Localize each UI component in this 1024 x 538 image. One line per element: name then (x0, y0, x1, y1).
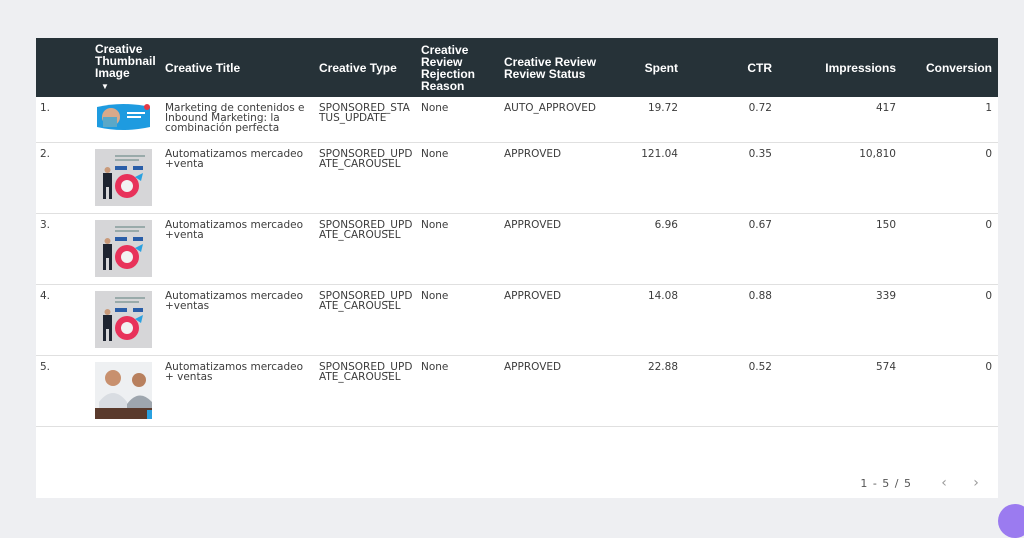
table-row: 5. Automatizamos mercadeo + ventas SPONS… (36, 355, 998, 427)
creative-thumbnail (91, 142, 161, 214)
column-header-spent[interactable]: Spent (608, 38, 684, 97)
column-header-title[interactable]: Creative Title (161, 38, 315, 97)
table-row: 3. Automatizamos mercadeo +venta SPONSOR… (36, 213, 998, 285)
chevron-left-icon[interactable]: ‹ (934, 475, 954, 491)
column-header-conversion[interactable]: Conversion (902, 38, 998, 97)
rejection-reason: None (417, 355, 500, 427)
impressions-value: 150 (778, 213, 902, 285)
sort-descending-icon[interactable]: ▼ (101, 81, 157, 93)
creative-title: Marketing de contenidos e Inbound Market… (161, 97, 315, 143)
man-with-laptop-chart-image (95, 219, 152, 277)
row-index: 1. (36, 97, 91, 143)
creative-type: SPONSORED_UPDATE_CAROUSEL (315, 142, 417, 214)
ctr-value: 0.52 (684, 355, 778, 427)
creative-thumbnail (91, 284, 161, 356)
man-with-laptop-chart-image (95, 290, 152, 348)
creative-thumbnail (91, 213, 161, 285)
two-men-at-desk-photo (95, 361, 152, 419)
review-status: APPROVED (500, 355, 608, 427)
column-header-review-status[interactable]: Creative Review Review Status (500, 38, 608, 97)
impressions-value: 339 (778, 284, 902, 356)
data-table-card: Creative Thumbnail Image ▼ Creative Titl… (36, 38, 998, 498)
spent-value: 121.04 (608, 142, 684, 214)
rejection-reason: None (417, 284, 500, 356)
conversion-value: 0 (902, 355, 998, 427)
conversion-value: 1 (902, 97, 998, 143)
column-header-impressions[interactable]: Impressions (778, 38, 902, 97)
ctr-value: 0.72 (684, 97, 778, 143)
impressions-value: 10,810 (778, 142, 902, 214)
table-row: 4. Automatizamos mercadeo +ventas SPONSO… (36, 284, 998, 356)
creative-type: SPONSORED_STATUS_UPDATE (315, 97, 417, 143)
conversion-value: 0 (902, 142, 998, 214)
creative-thumbnail (91, 355, 161, 427)
ctr-value: 0.88 (684, 284, 778, 356)
row-index: 4. (36, 284, 91, 356)
impressions-value: 417 (778, 97, 902, 143)
review-status: AUTO_APPROVED (500, 97, 608, 143)
creative-type: SPONSORED_UPDATE_CAROUSEL (315, 284, 417, 356)
review-status: APPROVED (500, 213, 608, 285)
pagination: 1 - 5 / 5 ‹ › (798, 468, 998, 498)
creative-title: Automatizamos mercadeo +ventas (161, 284, 315, 356)
creative-title: Automatizamos mercadeo +venta (161, 213, 315, 285)
column-header-index (36, 38, 91, 97)
spent-value: 22.88 (608, 355, 684, 427)
creative-title: Automatizamos mercadeo +venta (161, 142, 315, 214)
content-marketing-banner-image (95, 103, 152, 133)
column-header-thumbnail[interactable]: Creative Thumbnail Image ▼ (91, 38, 161, 97)
review-status: APPROVED (500, 284, 608, 356)
column-header-ctr[interactable]: CTR (684, 38, 778, 97)
row-index: 2. (36, 142, 91, 214)
creative-type: SPONSORED_UPDATE_CAROUSEL (315, 213, 417, 285)
creative-thumbnail (91, 97, 161, 143)
ctr-value: 0.67 (684, 213, 778, 285)
table-header-row: Creative Thumbnail Image ▼ Creative Titl… (36, 38, 998, 97)
row-index: 3. (36, 213, 91, 285)
column-header-type[interactable]: Creative Type (315, 38, 417, 97)
spent-value: 19.72 (608, 97, 684, 143)
creative-type: SPONSORED_UPDATE_CAROUSEL (315, 355, 417, 427)
rejection-reason: None (417, 97, 500, 143)
man-with-laptop-chart-image (95, 148, 152, 206)
floating-action-button[interactable] (998, 504, 1024, 538)
column-header-rejection-reason[interactable]: Creative Review Rejection Reason (417, 38, 500, 97)
spent-value: 6.96 (608, 213, 684, 285)
table-row: 2. Automatizamos mercadeo +venta SPONSOR… (36, 142, 998, 214)
rejection-reason: None (417, 142, 500, 214)
row-index: 5. (36, 355, 91, 427)
creatives-table: Creative Thumbnail Image ▼ Creative Titl… (36, 38, 998, 427)
chevron-right-icon[interactable]: › (966, 475, 986, 491)
review-status: APPROVED (500, 142, 608, 214)
conversion-value: 0 (902, 284, 998, 356)
table-row: 1. Marketing de contenidos e Inbound Mar… (36, 97, 998, 143)
ctr-value: 0.35 (684, 142, 778, 214)
spent-value: 14.08 (608, 284, 684, 356)
conversion-value: 0 (902, 213, 998, 285)
rejection-reason: None (417, 213, 500, 285)
column-header-thumbnail-label: Creative Thumbnail Image (95, 41, 156, 80)
pagination-range: 1 - 5 / 5 (860, 476, 912, 490)
creative-title: Automatizamos mercadeo + ventas (161, 355, 315, 427)
impressions-value: 574 (778, 355, 902, 427)
